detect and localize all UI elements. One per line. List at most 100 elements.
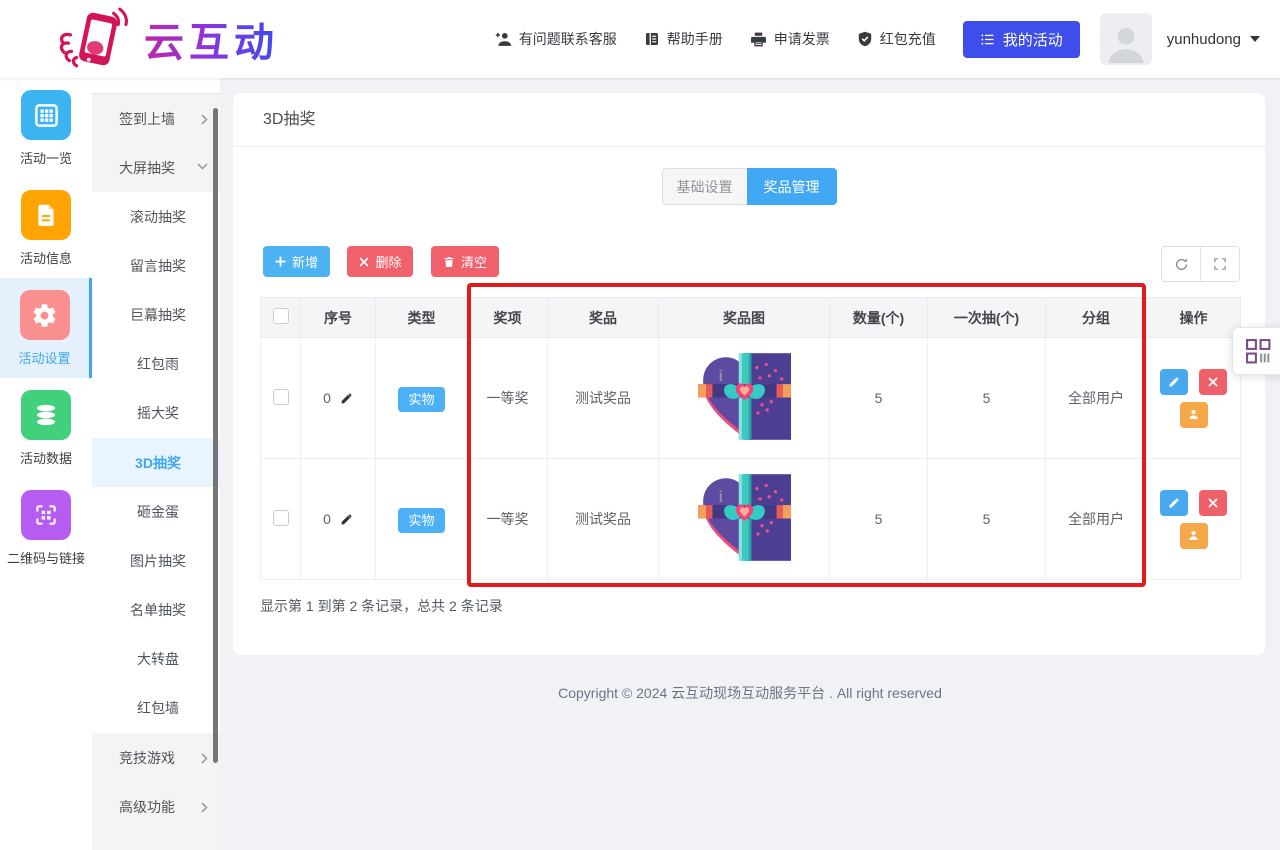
x-icon [1208, 498, 1218, 508]
row-assign-user-button[interactable] [1180, 402, 1208, 428]
person-silhouette-icon [1103, 19, 1149, 65]
submenu-group-bigscreen-lottery[interactable]: 大屏抽奖 [92, 143, 220, 192]
submenu-item-namelist-lottery[interactable]: 名单抽奖 [92, 586, 220, 635]
submenu-item-label: 红包墙 [137, 698, 179, 718]
submenu-item-label: 砸金蛋 [137, 502, 179, 522]
sidebar-item-activity-settings[interactable]: 活动设置 [0, 278, 92, 378]
x-icon [1208, 377, 1218, 387]
avatar[interactable] [1100, 13, 1152, 65]
sidebar-item-activity-data[interactable]: 活动数据 [0, 378, 92, 478]
edit-seq-icon[interactable] [340, 513, 353, 526]
sidebar-item-qrcode-links[interactable]: 二维码与链接 [0, 478, 92, 578]
submenu-item-label: 滚动抽奖 [130, 207, 186, 227]
clear-button-label: 清空 [461, 252, 487, 271]
row-edit-button[interactable] [1160, 369, 1188, 395]
nav-request-invoice[interactable]: 申请发票 [750, 29, 830, 49]
sidebar-item-activity-info[interactable]: 活动信息 [0, 178, 92, 278]
row-edit-button[interactable] [1160, 490, 1188, 516]
per-draw-cell: 5 [928, 338, 1046, 459]
submenu-group-signin-wall[interactable]: 签到上墙 [92, 94, 220, 143]
submenu-item-label: 3D抽奖 [135, 453, 181, 473]
seq-value: 0 [323, 390, 331, 406]
quantity-cell: 5 [830, 459, 928, 580]
sidebar-item-label: 活动信息 [20, 248, 72, 267]
group-cell: 全部用户 [1046, 459, 1147, 580]
nav-contact-support[interactable]: 有问题联系客服 [495, 29, 617, 49]
add-button-label: 新增 [292, 252, 318, 271]
table-row: 0 实物 一等奖 测试奖品 5 5 [261, 459, 1241, 580]
page-title: 3D抽奖 [233, 93, 1265, 147]
submenu-item-label: 巨幕抽奖 [130, 305, 186, 325]
nav-label: 红包充值 [880, 29, 936, 49]
column-header-prize-image: 奖品图 [659, 298, 830, 338]
add-button[interactable]: 新增 [263, 246, 330, 277]
book-icon [644, 31, 660, 47]
nav-redpacket-recharge[interactable]: 红包充值 [857, 29, 936, 49]
user-menu[interactable]: yunhudong [1167, 31, 1260, 48]
row-delete-button[interactable] [1199, 490, 1227, 516]
tab-basic-settings[interactable]: 基础设置 [662, 168, 747, 205]
refresh-button[interactable] [1161, 246, 1201, 282]
submenu-item-message-lottery[interactable]: 留言抽奖 [92, 241, 220, 290]
column-header-type: 类型 [376, 298, 468, 338]
column-header-prize-level: 奖项 [468, 298, 548, 338]
sidebar-item-label: 活动设置 [18, 348, 70, 367]
select-all-checkbox[interactable] [273, 308, 289, 324]
nav-help-manual[interactable]: 帮助手册 [644, 29, 723, 49]
column-header-prize-name: 奖品 [548, 298, 659, 338]
fullscreen-button[interactable] [1200, 246, 1240, 282]
prize-image-cell [659, 338, 830, 459]
floating-widget-button[interactable] [1232, 327, 1280, 375]
clear-button[interactable]: 清空 [431, 246, 499, 277]
submenu-group-label: 签到上墙 [119, 109, 175, 129]
pagination-summary: 显示第 1 到第 2 条记录，总共 2 条记录 [260, 596, 1265, 616]
submenu-item-label: 红包雨 [137, 354, 179, 374]
fullscreen-icon [1213, 257, 1227, 271]
tab-label: 基础设置 [677, 177, 733, 197]
sidebar-item-activity-overview[interactable]: 活动一览 [0, 78, 92, 178]
edit-seq-icon[interactable] [340, 392, 353, 405]
submenu-group-advanced-features[interactable]: 高级功能 [92, 782, 220, 831]
tab-prize-management[interactable]: 奖品管理 [747, 168, 837, 205]
my-activities-button[interactable]: 我的活动 [963, 21, 1080, 58]
chevron-right-icon [201, 114, 208, 125]
row-delete-button[interactable] [1199, 369, 1227, 395]
top-header: 云互动 有问题联系客服 帮助手册 [0, 0, 1280, 78]
submenu-item-label: 留言抽奖 [130, 256, 186, 276]
database-icon [21, 390, 71, 440]
table-header-row: 序号 类型 奖项 奖品 奖品图 数量(个) 一次抽(个) 分组 操作 [261, 298, 1241, 338]
prize-name-cell: 测试奖品 [548, 338, 659, 459]
submenu-item-picture-lottery[interactable]: 图片抽奖 [92, 536, 220, 585]
prize-name-cell: 测试奖品 [548, 459, 659, 580]
brand-logo[interactable]: 云互动 [56, 6, 279, 72]
submenu-item-wheel-of-fortune[interactable]: 大转盘 [92, 635, 220, 684]
submenu-group-competitive-games[interactable]: 竞技游戏 [92, 733, 220, 782]
submenu-item-redpacket-rain[interactable]: 红包雨 [92, 340, 220, 389]
delete-button[interactable]: 删除 [347, 246, 413, 277]
main-content: 3D抽奖 基础设置 奖品管理 新增 [220, 78, 1280, 850]
row-assign-user-button[interactable] [1180, 523, 1208, 549]
submenu-item-giantscreen-lottery[interactable]: 巨幕抽奖 [92, 290, 220, 339]
submenu-item-label: 图片抽奖 [130, 551, 186, 571]
actions-cell [1147, 338, 1241, 459]
submenu-item-shake-prize[interactable]: 摇大奖 [92, 389, 220, 438]
widget-grid-icon [1245, 338, 1272, 365]
row-checkbox[interactable] [273, 510, 289, 526]
sidebar-item-label: 活动一览 [20, 148, 72, 167]
row-checkbox[interactable] [273, 389, 289, 405]
shield-icon [857, 31, 873, 47]
person-plus-icon [495, 31, 512, 48]
sidebar-item-label: 活动数据 [20, 448, 72, 467]
submenu-top-strip [92, 78, 220, 94]
submenu-item-rolling-lottery[interactable]: 滚动抽奖 [92, 192, 220, 241]
brand-name: 云互动 [144, 10, 279, 68]
submenu-item-label: 名单抽奖 [130, 600, 186, 620]
submenu-item-3d-lottery[interactable]: 3D抽奖 [92, 438, 220, 487]
heart-gift-image [698, 353, 791, 440]
submenu-item-redpacket-wall[interactable]: 红包墙 [92, 684, 220, 733]
submenu-scrollbar[interactable] [213, 108, 218, 763]
secondary-sidebar: 签到上墙 大屏抽奖 滚动抽奖 留言抽奖 巨幕抽奖 红包雨 摇大奖 3D抽奖 砸金… [92, 78, 220, 850]
plus-icon [275, 256, 286, 267]
prize-level-cell: 一等奖 [468, 338, 548, 459]
submenu-item-golden-egg[interactable]: 砸金蛋 [92, 487, 220, 536]
